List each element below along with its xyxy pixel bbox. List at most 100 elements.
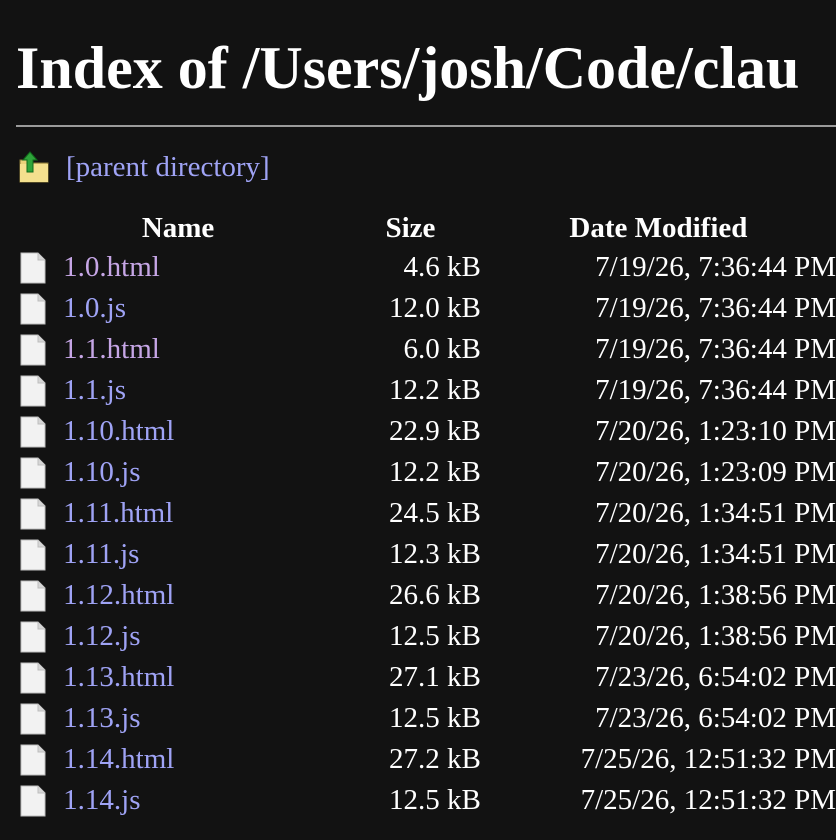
file-link[interactable]: 1.1.js: [63, 374, 126, 406]
file-table: Name Size Date Modified 1.0.html 4.6 kB 7/…: [16, 209, 836, 821]
file-name-cell: 1.1.html: [63, 329, 340, 370]
file-size: 6.0 kB: [403, 333, 481, 365]
file-name-cell: 1.11.js: [63, 534, 340, 575]
table-row: 1.14.html 27.2 kB 7/25/26, 12:51:32 PM: [16, 739, 836, 780]
file-icon-cell: [16, 534, 63, 575]
file-icon-cell: [16, 739, 63, 780]
file-icon-cell: [16, 329, 63, 370]
file-date-modified: 7/19/26, 7:36:44 PM: [595, 333, 836, 365]
file-icon-cell: [16, 452, 63, 493]
file-link[interactable]: 1.13.js: [63, 702, 140, 734]
file-name-cell: 1.0.html: [63, 247, 340, 288]
file-link[interactable]: 1.14.html: [63, 743, 174, 775]
file-icon: [20, 252, 46, 283]
file-link[interactable]: 1.13.html: [63, 661, 174, 693]
table-row: 1.13.js 12.5 kB 7/23/26, 6:54:02 PM: [16, 698, 836, 739]
file-link[interactable]: 1.14.js: [63, 784, 140, 816]
file-icon: [20, 375, 46, 406]
table-row: 1.10.js 12.2 kB 7/20/26, 1:23:09 PM: [16, 452, 836, 493]
file-link[interactable]: 1.11.html: [63, 497, 173, 529]
file-link[interactable]: 1.0.html: [63, 251, 160, 283]
table-row: 1.11.html 24.5 kB 7/20/26, 1:34:51 PM: [16, 493, 836, 534]
file-name-cell: 1.11.html: [63, 493, 340, 534]
file-date-modified: 7/23/26, 6:54:02 PM: [595, 661, 836, 693]
file-size: 27.2 kB: [388, 743, 481, 775]
file-icon-cell: [16, 370, 63, 411]
file-name-cell: 1.14.js: [63, 780, 340, 821]
file-size: 12.5 kB: [388, 784, 481, 816]
table-row: 1.12.html 26.6 kB 7/20/26, 1:38:56 PM: [16, 575, 836, 616]
file-icon: [20, 662, 46, 693]
file-name-cell: 1.10.html: [63, 411, 340, 452]
file-icon-cell: [16, 657, 63, 698]
file-link[interactable]: 1.0.js: [63, 292, 126, 324]
file-icon: [20, 785, 46, 816]
table-row: 1.0.js 12.0 kB 7/19/26, 7:36:44 PM: [16, 288, 836, 329]
file-icon-cell: [16, 780, 63, 821]
column-header-name[interactable]: Name: [16, 209, 340, 247]
file-name-cell: 1.14.html: [63, 739, 340, 780]
file-link[interactable]: 1.11.js: [63, 538, 139, 570]
file-icon: [20, 293, 46, 324]
file-date-modified: 7/25/26, 12:51:32 PM: [580, 784, 836, 816]
parent-directory-row: [parent directory]: [16, 147, 836, 187]
file-name-cell: 1.12.html: [63, 575, 340, 616]
table-row: 1.1.html 6.0 kB 7/19/26, 7:36:44 PM: [16, 329, 836, 370]
file-link[interactable]: 1.12.js: [63, 620, 140, 652]
file-name-cell: 1.1.js: [63, 370, 340, 411]
file-icon-cell: [16, 698, 63, 739]
file-icon-cell: [16, 575, 63, 616]
parent-directory-link[interactable]: [parent directory]: [66, 151, 270, 184]
file-icon: [20, 621, 46, 652]
file-name-cell: 1.12.js: [63, 616, 340, 657]
file-link[interactable]: 1.10.js: [63, 456, 140, 488]
table-row: 1.11.js 12.3 kB 7/20/26, 1:34:51 PM: [16, 534, 836, 575]
file-icon-cell: [16, 288, 63, 329]
file-icon: [20, 539, 46, 570]
file-date-modified: 7/20/26, 1:34:51 PM: [595, 538, 836, 570]
file-size: 4.6 kB: [403, 251, 481, 283]
file-date-modified: 7/19/26, 7:36:44 PM: [595, 292, 836, 324]
file-name-cell: 1.10.js: [63, 452, 340, 493]
file-icon: [20, 703, 46, 734]
file-icon: [20, 498, 46, 529]
file-name-cell: 1.13.js: [63, 698, 340, 739]
file-date-modified: 7/20/26, 1:34:51 PM: [595, 497, 836, 529]
column-header-size[interactable]: Size: [340, 209, 481, 247]
file-table-body: 1.0.html 4.6 kB 7/19/26, 7:36:44 PM 1.0.js 1…: [16, 247, 836, 821]
file-size: 26.6 kB: [388, 579, 481, 611]
file-date-modified: 7/19/26, 7:36:44 PM: [595, 251, 836, 283]
file-date-modified: 7/20/26, 1:38:56 PM: [595, 620, 836, 652]
file-size: 12.2 kB: [388, 374, 481, 406]
column-header-date[interactable]: Date Modified: [481, 209, 836, 247]
file-icon: [20, 580, 46, 611]
file-size: 12.5 kB: [388, 702, 481, 734]
file-link[interactable]: 1.10.html: [63, 415, 174, 447]
file-icon: [20, 416, 46, 447]
file-icon: [20, 334, 46, 365]
file-link[interactable]: 1.12.html: [63, 579, 174, 611]
file-name-cell: 1.0.js: [63, 288, 340, 329]
file-link[interactable]: 1.1.html: [63, 333, 160, 365]
folder-up-icon: [19, 151, 49, 183]
file-date-modified: 7/20/26, 1:38:56 PM: [595, 579, 836, 611]
file-date-modified: 7/19/26, 7:36:44 PM: [595, 374, 836, 406]
file-size: 12.3 kB: [388, 538, 481, 570]
file-size: 12.5 kB: [388, 620, 481, 652]
file-date-modified: 7/20/26, 1:23:10 PM: [595, 415, 836, 447]
file-icon-cell: [16, 411, 63, 452]
file-date-modified: 7/20/26, 1:23:09 PM: [595, 456, 836, 488]
file-icon-cell: [16, 616, 63, 657]
file-size: 12.2 kB: [388, 456, 481, 488]
table-row: 1.0.html 4.6 kB 7/19/26, 7:36:44 PM: [16, 247, 836, 288]
file-size: 22.9 kB: [388, 415, 481, 447]
table-row: 1.14.js 12.5 kB 7/25/26, 12:51:32 PM: [16, 780, 836, 821]
table-row: 1.13.html 27.1 kB 7/23/26, 6:54:02 PM: [16, 657, 836, 698]
table-row: 1.12.js 12.5 kB 7/20/26, 1:38:56 PM: [16, 616, 836, 657]
file-icon: [20, 744, 46, 775]
file-size: 24.5 kB: [388, 497, 481, 529]
file-date-modified: 7/25/26, 12:51:32 PM: [580, 743, 836, 775]
file-icon: [20, 457, 46, 488]
directory-listing-page: Index of /Users/josh/Code/clau [parent d…: [0, 0, 836, 840]
table-row: 1.1.js 12.2 kB 7/19/26, 7:36:44 PM: [16, 370, 836, 411]
